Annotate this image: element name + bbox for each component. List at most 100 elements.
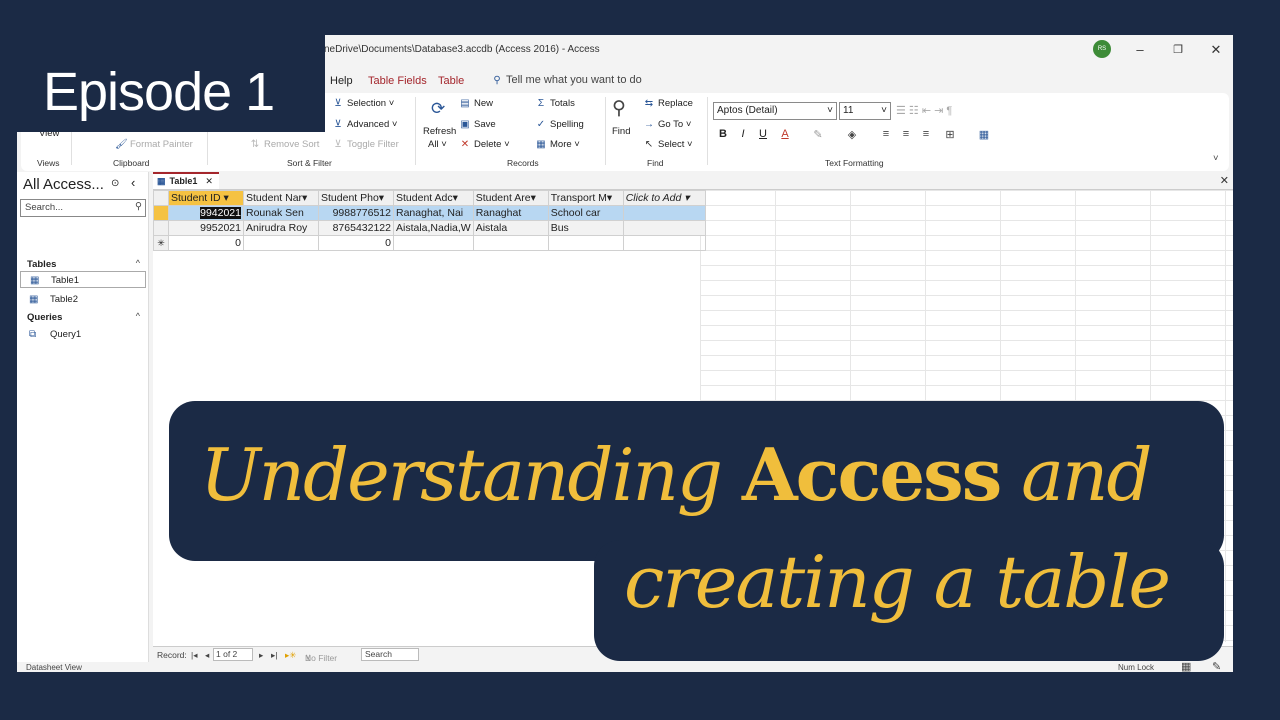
advanced-button[interactable]: ⊻ Advanced ˅ xyxy=(332,119,397,130)
table-cell[interactable]: Ranaghat xyxy=(472,205,549,221)
table-cell[interactable] xyxy=(393,235,474,251)
save-record-button[interactable]: ▣ Save xyxy=(459,119,495,130)
table-cell[interactable]: Rounak Sen xyxy=(243,205,319,221)
select-button[interactable]: ↖ Select ˅ xyxy=(643,139,693,150)
table-cell[interactable]: School car xyxy=(547,205,624,221)
tab-help[interactable]: Help xyxy=(330,75,353,87)
gridlines-icon[interactable]: ⊞ xyxy=(943,128,957,141)
dropdown-icon[interactable]: ▾ xyxy=(531,192,536,204)
bold-button[interactable]: B xyxy=(716,128,730,140)
highlight-icon[interactable]: ✎ xyxy=(811,128,825,141)
record-selector[interactable] xyxy=(153,220,169,236)
align-center-icon[interactable]: ≡ xyxy=(899,128,913,140)
column-header-student-name[interactable]: Student Nar▾ xyxy=(243,190,319,206)
dropdown-icon[interactable]: ▾ xyxy=(453,192,458,204)
dropdown-icon[interactable]: ▾ xyxy=(302,192,307,204)
fill-color-icon[interactable]: ◈ xyxy=(845,128,859,141)
tab-table-fields[interactable]: Table Fields xyxy=(368,75,427,87)
next-record-icon[interactable]: ▸ xyxy=(259,650,263,661)
column-header-student-phone[interactable]: Student Pho▾ xyxy=(318,190,394,206)
replace-button[interactable]: ⇆ Replace xyxy=(643,98,693,109)
totals-button[interactable]: Σ Totals xyxy=(535,98,575,109)
nav-item-table1[interactable]: ▦ Table1 xyxy=(20,271,146,288)
goto-button[interactable]: → Go To ˅ xyxy=(643,119,691,130)
column-header-student-id[interactable]: Student ID ▾ xyxy=(168,190,244,206)
nav-pane-title[interactable]: All Access... xyxy=(23,176,104,193)
close-document-icon[interactable]: ✕ xyxy=(1220,174,1229,187)
new-record-nav-icon[interactable]: ▸✳ xyxy=(285,650,296,661)
table-cell[interactable]: Anirudra Roy xyxy=(243,220,319,236)
new-record-marker[interactable]: ✳ xyxy=(153,235,169,251)
table-cell[interactable] xyxy=(472,235,549,251)
avatar[interactable]: RS xyxy=(1093,40,1111,58)
font-size-select[interactable]: 11 ˅ xyxy=(839,102,891,120)
record-selector[interactable] xyxy=(153,205,169,221)
first-record-icon[interactable]: |◂ xyxy=(191,650,197,661)
column-header-student-address[interactable]: Student Adc▾ xyxy=(393,190,474,206)
format-painter-button[interactable]: 🖌 Format Painter xyxy=(115,139,193,150)
toggle-filter-button[interactable]: ⊻ Toggle Filter xyxy=(332,139,398,150)
alt-row-color-icon[interactable]: ▦ xyxy=(977,128,991,141)
dropdown-icon[interactable]: ▾ xyxy=(607,192,612,204)
new-record-button[interactable]: ▤ New xyxy=(459,98,493,109)
dropdown-icon[interactable]: ▾ xyxy=(224,192,229,204)
tables-header[interactable]: Tables xyxy=(27,259,56,270)
column-header-student-area[interactable]: Student Are▾ xyxy=(472,190,549,206)
nav-item-table2[interactable]: ▦ Table2 xyxy=(20,291,146,308)
table-cell[interactable]: 0 xyxy=(168,235,244,251)
datasheet-view-icon[interactable]: ▦ xyxy=(1181,660,1191,672)
font-color-icon[interactable]: A xyxy=(778,128,792,140)
delete-record-button[interactable]: ✕ Delete ˅ xyxy=(459,139,510,150)
design-view-icon[interactable]: ✎ xyxy=(1212,660,1221,672)
table-cell[interactable] xyxy=(622,205,706,221)
tab-table1[interactable]: ▦ Table1 ✕ xyxy=(153,172,219,189)
dropdown-icon[interactable]: ▾ xyxy=(379,192,384,204)
refresh-all-dropdown[interactable]: All ˅ xyxy=(428,139,447,150)
table-cell[interactable]: Bus xyxy=(547,220,624,236)
find-button[interactable]: Find xyxy=(612,126,630,137)
table-cell[interactable]: Aistala,Nadia,W xyxy=(393,220,474,236)
refresh-all-button[interactable]: Refresh xyxy=(423,126,456,137)
table-cell[interactable] xyxy=(622,220,706,236)
close-tab-icon[interactable]: ✕ xyxy=(205,176,213,186)
remove-sort-button[interactable]: ⇅ Remove Sort xyxy=(249,139,320,150)
column-header-transport[interactable]: Transport M▾ xyxy=(547,190,624,206)
click-to-add-column[interactable]: Click to Add ▾ xyxy=(622,190,706,206)
italic-button[interactable]: I xyxy=(736,128,750,140)
selection-button[interactable]: ⊻ Selection ˅ xyxy=(332,98,394,109)
minimize-button[interactable]: – xyxy=(1128,41,1152,59)
chevron-up-icon[interactable]: ^ xyxy=(136,258,140,268)
underline-button[interactable]: U xyxy=(756,128,770,140)
align-left-icon[interactable]: ≡ xyxy=(879,128,893,140)
table-cell[interactable]: 8765432122 xyxy=(318,220,394,236)
spelling-button[interactable]: ✓ Spelling xyxy=(535,119,584,130)
dropdown-icon[interactable]: ▾ xyxy=(684,192,689,204)
table-cell[interactable]: 0 xyxy=(318,235,394,251)
tab-table[interactable]: Table xyxy=(438,75,464,87)
table-cell[interactable]: 9942021 xyxy=(168,205,244,221)
record-position-input[interactable]: 1 of 2 xyxy=(213,648,253,661)
align-right-icon[interactable]: ≡ xyxy=(919,128,933,140)
close-button[interactable]: ✕ xyxy=(1204,41,1228,59)
table-cell[interactable]: 9988776512 xyxy=(318,205,394,221)
more-button[interactable]: ▦ More ˅ xyxy=(535,139,580,150)
nav-search-input[interactable]: Search... ⚲ xyxy=(20,199,146,217)
table-cell[interactable]: Aistala xyxy=(472,220,549,236)
previous-record-icon[interactable]: ◂ xyxy=(205,650,209,661)
nav-item-query1[interactable]: ⧉ Query1 xyxy=(20,326,146,343)
queries-header[interactable]: Queries xyxy=(27,312,62,323)
table-cell[interactable]: 9952021 xyxy=(168,220,244,236)
restore-button[interactable]: ❐ xyxy=(1166,41,1190,59)
chevron-up-icon[interactable]: ^ xyxy=(136,311,140,321)
table-cell[interactable] xyxy=(547,235,624,251)
table-cell[interactable] xyxy=(243,235,319,251)
nav-options-icon[interactable]: ⊙ xyxy=(111,178,119,189)
collapse-pane-icon[interactable]: ‹ xyxy=(131,175,135,190)
last-record-icon[interactable]: ▸| xyxy=(271,650,277,661)
collapse-ribbon-icon[interactable]: ˅ xyxy=(1213,153,1219,164)
table-cell[interactable]: Ranaghat, Nai xyxy=(393,205,474,221)
select-all-corner[interactable] xyxy=(153,190,169,206)
record-search-input[interactable]: Search xyxy=(361,648,419,661)
font-name-select[interactable]: Aptos (Detail) ˅ xyxy=(713,102,837,120)
table-cell[interactable] xyxy=(622,235,706,251)
